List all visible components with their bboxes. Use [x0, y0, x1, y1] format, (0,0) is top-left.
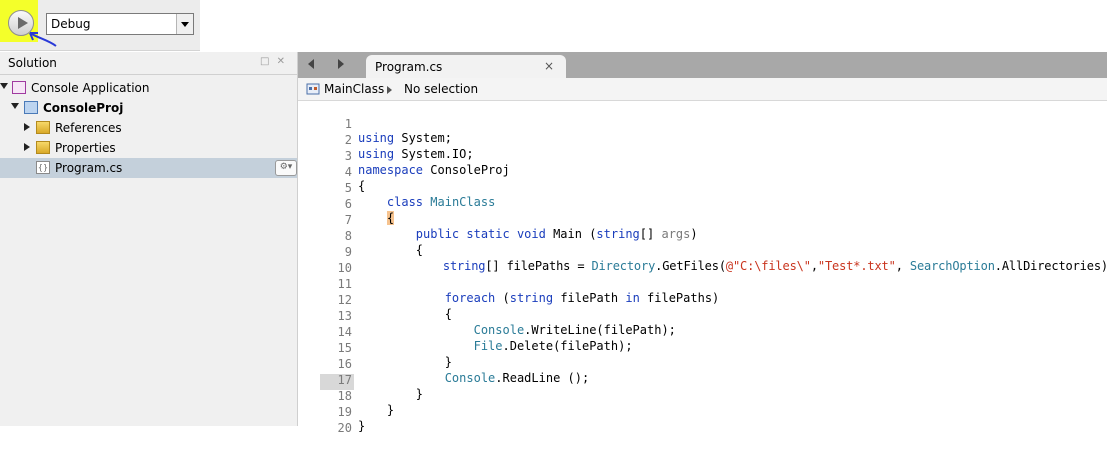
- code-line: 13 Console.WriteLine(filePath);: [298, 295, 1107, 337]
- chevron-down-icon[interactable]: [176, 14, 193, 34]
- code-line: 18 }: [298, 375, 1107, 417]
- code-line: 17 }: [298, 359, 1107, 401]
- tree-item-label: Properties: [55, 141, 116, 155]
- gear-icon[interactable]: ⚙▾: [275, 160, 297, 176]
- folder-icon: [36, 141, 50, 154]
- code-line: 5 class MainClass: [298, 167, 1107, 209]
- tree-item-program-cs[interactable]: {} Program.cs ⚙▾: [0, 158, 297, 178]
- tree-item-properties[interactable]: Properties: [0, 138, 297, 158]
- solution-pane: Solution □ ✕ Console Application Console…: [0, 52, 298, 426]
- chevron-right-icon[interactable]: [338, 59, 344, 69]
- code-line: 8 {: [298, 215, 1107, 257]
- folder-icon: [36, 121, 50, 134]
- tree-item-label: ConsoleProj: [43, 101, 124, 115]
- project-icon: [24, 101, 38, 114]
- code-line: 4 {: [298, 151, 1107, 193]
- tree-item-project[interactable]: ConsoleProj: [0, 98, 297, 118]
- code-line: 16 Console.ReadLine ();: [298, 343, 1107, 385]
- expander-icon[interactable]: [0, 83, 8, 89]
- code-line: 14 File.Delete(filePath);: [298, 311, 1107, 353]
- tree-item-solution[interactable]: Console Application: [0, 78, 297, 98]
- tab-label: Program.cs: [375, 60, 443, 74]
- code-line: 12 {: [298, 279, 1107, 321]
- tree-item-references[interactable]: References: [0, 118, 297, 138]
- breadcrumb-separator-icon: [387, 86, 392, 94]
- code-line: 7 public static void Main (string[] args…: [298, 199, 1107, 241]
- solution-icon: [12, 81, 26, 94]
- solution-title: Solution: [8, 56, 57, 70]
- code-line: 11 foreach (string filePath in filePaths…: [298, 263, 1107, 305]
- editor-tabbar: Program.cs ×: [298, 52, 1107, 78]
- code-line: 2 using System.IO;: [298, 119, 1107, 161]
- breadcrumb-member[interactable]: No selection: [404, 82, 478, 96]
- solution-header: Solution □ ✕: [0, 52, 297, 75]
- code-line: 10: [298, 247, 1107, 275]
- breadcrumb: MainClass No selection: [298, 78, 1107, 101]
- tree-item-label: Console Application: [31, 81, 150, 95]
- code-line: 15 }: [298, 327, 1107, 369]
- breadcrumb-class[interactable]: MainClass: [324, 82, 384, 96]
- code-line: 3 namespace ConsoleProj: [298, 135, 1107, 177]
- tree-item-label: References: [55, 121, 122, 135]
- expander-icon[interactable]: [24, 123, 30, 131]
- play-icon: [18, 17, 28, 29]
- code-line: 6 {: [298, 183, 1107, 225]
- code-line: 19 }: [298, 391, 1107, 433]
- expander-icon[interactable]: [24, 143, 30, 151]
- class-icon: [306, 83, 320, 95]
- expander-icon[interactable]: [11, 103, 19, 109]
- code-line: 9 string[] filePaths = Directory.GetFile…: [298, 231, 1107, 273]
- configuration-value: Debug: [51, 17, 91, 31]
- code-line: 20: [298, 407, 1107, 435]
- tree-item-label: Program.cs: [55, 161, 123, 175]
- close-icon[interactable]: ×: [544, 59, 554, 73]
- code-editor[interactable]: 1 using System; 2 using System.IO; 3 nam…: [298, 101, 1107, 435]
- configuration-select[interactable]: Debug: [46, 13, 194, 35]
- chevron-left-icon[interactable]: [308, 59, 314, 69]
- csharp-file-icon: {}: [36, 161, 50, 174]
- tab-program-cs[interactable]: Program.cs ×: [366, 55, 566, 78]
- code-line: 1 using System;: [298, 103, 1107, 145]
- line-number: 20: [337, 421, 352, 435]
- pane-controls-icon[interactable]: □ ✕: [260, 56, 287, 67]
- toolbar: Debug: [0, 0, 200, 51]
